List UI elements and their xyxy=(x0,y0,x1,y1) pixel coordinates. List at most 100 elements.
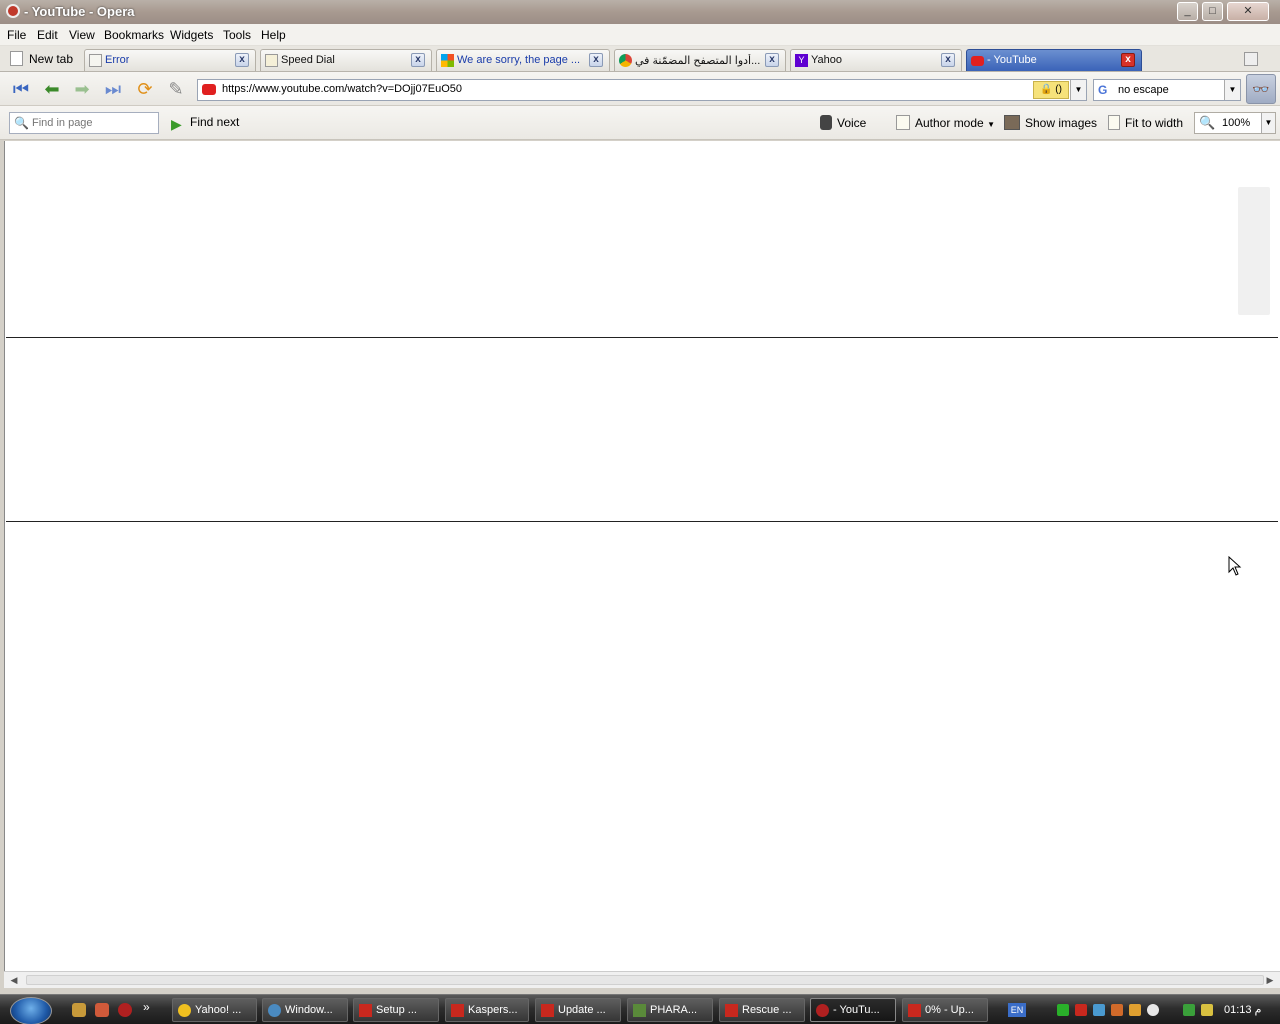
address-bar[interactable]: https://www.youtube.com/watch?v=DOjj07Eu… xyxy=(197,79,1087,101)
opera-icon[interactable] xyxy=(118,1003,132,1017)
network-icon[interactable] xyxy=(1093,1004,1105,1016)
zoom-dropdown-icon[interactable]: ▼ xyxy=(1261,113,1275,133)
volume-icon[interactable] xyxy=(1201,1004,1213,1016)
scroll-right-icon[interactable]: ▶ xyxy=(1262,974,1278,986)
start-button[interactable] xyxy=(10,997,52,1024)
taskbar-button-setup[interactable]: Setup ... xyxy=(353,998,439,1022)
network-connection-icon[interactable] xyxy=(1183,1004,1195,1016)
tab-label: - YouTube xyxy=(987,54,1037,66)
maximize-button[interactable]: □ xyxy=(1202,2,1223,21)
trash-icon[interactable] xyxy=(1244,52,1258,66)
taskbar-button-label: Kaspers... xyxy=(468,1004,518,1016)
taskbar-button-phara[interactable]: PHARA... xyxy=(627,998,713,1022)
opera-icon xyxy=(816,1004,829,1017)
binoculars-icon[interactable]: 👓 xyxy=(1246,74,1276,104)
address-url[interactable]: https://www.youtube.com/watch?v=DOjj07Eu… xyxy=(222,83,462,95)
find-in-page-field[interactable]: 🔍 xyxy=(9,112,159,134)
quick-launch-icon[interactable] xyxy=(95,1003,109,1017)
search-box[interactable]: G no escape ▼ xyxy=(1093,79,1241,101)
show-images-button[interactable]: Show images xyxy=(1004,115,1097,130)
scrollbar-thumb[interactable] xyxy=(26,975,1264,985)
language-indicator[interactable]: EN xyxy=(1008,1003,1026,1017)
show-images-label: Show images xyxy=(1025,116,1098,130)
tray-app-icon[interactable] xyxy=(1147,1004,1159,1016)
new-page-icon xyxy=(10,51,23,66)
app-icon xyxy=(633,1004,646,1017)
close-tab-icon[interactable]: x xyxy=(765,53,779,67)
taskbar-button-windows[interactable]: Window... xyxy=(262,998,348,1022)
more-chevron-icon[interactable]: » xyxy=(143,1000,150,1014)
new-tab-button[interactable]: New tab xyxy=(10,51,73,66)
minimize-button[interactable]: _ xyxy=(1177,2,1198,21)
security-badge-text: () xyxy=(1055,84,1062,95)
kaspersky-icon xyxy=(725,1004,738,1017)
find-next-label: Find next xyxy=(190,115,240,129)
voice-label: Voice xyxy=(837,116,867,130)
close-window-button[interactable]: ✕ xyxy=(1227,2,1269,21)
tab-label: أدوا المتصفح المضمّنة في... xyxy=(635,55,761,67)
search-value[interactable]: no escape xyxy=(1118,84,1169,96)
tray-app-icon[interactable] xyxy=(1111,1004,1123,1016)
tray-app-icon[interactable] xyxy=(1129,1004,1141,1016)
scroll-left-icon[interactable]: ◀ xyxy=(6,974,22,986)
close-tab-icon[interactable]: x xyxy=(941,53,955,67)
taskbar-button-youtube[interactable]: - YouTu... xyxy=(810,998,896,1022)
taskbar-button-rescue[interactable]: Rescue ... xyxy=(719,998,805,1022)
back-icon[interactable]: ⬅ xyxy=(41,79,63,99)
yahoo-icon: Y xyxy=(795,54,808,67)
tab-speed-dial[interactable]: Speed Dial x xyxy=(260,49,432,71)
chevron-down-icon: ▼ xyxy=(987,120,995,129)
windows-live-icon xyxy=(268,1004,281,1017)
search-dropdown-icon[interactable]: ▼ xyxy=(1224,80,1240,100)
window-title: - YouTube - Opera xyxy=(24,4,135,19)
edit-pen-icon[interactable]: ✎ xyxy=(165,79,187,99)
zoom-control[interactable]: 🔍 100% ▼ xyxy=(1194,112,1276,134)
close-tab-icon[interactable]: x xyxy=(235,53,249,67)
tab-yahoo[interactable]: Y Yahoo x xyxy=(790,49,962,71)
forward-icon[interactable]: ➡ xyxy=(71,79,93,99)
kaspersky-icon xyxy=(451,1004,464,1017)
menu-tools[interactable]: Tools xyxy=(223,28,251,42)
rewind-icon[interactable]: ⏮ xyxy=(10,79,32,99)
menu-widgets[interactable]: Widgets xyxy=(170,28,213,42)
page-icon xyxy=(896,115,910,130)
menu-view[interactable]: View xyxy=(69,28,95,42)
close-tab-icon[interactable]: x xyxy=(589,53,603,67)
flag-icon[interactable] xyxy=(1057,1004,1069,1016)
horizontal-scrollbar[interactable]: ◀ ▶ xyxy=(4,971,1280,988)
close-tab-icon[interactable]: x xyxy=(1121,53,1135,67)
image-icon xyxy=(1004,115,1020,130)
quick-launch-icon[interactable] xyxy=(72,1003,86,1017)
tab-youtube[interactable]: - YouTube x xyxy=(966,49,1142,71)
taskbar-button-kaspersky[interactable]: Kaspers... xyxy=(445,998,529,1022)
close-tab-icon[interactable]: x xyxy=(411,53,425,67)
tab-label: Speed Dial xyxy=(281,54,335,66)
fast-forward-icon[interactable]: ⏭ xyxy=(102,79,124,99)
address-dropdown-icon[interactable]: ▼ xyxy=(1070,80,1086,100)
menu-help[interactable]: Help xyxy=(261,28,286,42)
windows-icon xyxy=(441,54,454,67)
reload-icon[interactable]: ⟳ xyxy=(134,79,156,99)
tab-error[interactable]: Error x xyxy=(84,49,256,71)
voice-button[interactable]: Voice xyxy=(820,115,866,130)
taskbar-button-update-progress[interactable]: 0% - Up... xyxy=(902,998,988,1022)
kaspersky-tray-icon[interactable] xyxy=(1075,1004,1087,1016)
menu-bookmarks[interactable]: Bookmarks xyxy=(104,28,164,42)
tab-arabic-chrome[interactable]: أدوا المتصفح المضمّنة في... x xyxy=(614,49,786,71)
fit-to-width-label: Fit to width xyxy=(1125,116,1184,130)
author-mode-button[interactable]: Author mode ▼ xyxy=(896,115,995,130)
embedded-scrollbar[interactable] xyxy=(1238,187,1270,315)
navigation-toolbar: ⏮ ⬅ ➡ ⏭ ⟳ ✎ https://www.youtube.com/watc… xyxy=(0,72,1280,106)
taskbar-button-update[interactable]: Update ... xyxy=(535,998,621,1022)
taskbar-button-yahoo[interactable]: Yahoo! ... xyxy=(172,998,257,1022)
menu-file[interactable]: File xyxy=(7,28,26,42)
find-input[interactable] xyxy=(32,115,154,131)
taskbar-button-label: 0% - Up... xyxy=(925,1004,974,1016)
search-icon: 🔍 xyxy=(14,116,29,130)
zoom-icon: 🔍 xyxy=(1199,115,1216,130)
tab-we-are-sorry[interactable]: We are sorry, the page ... x xyxy=(436,49,610,71)
security-badge[interactable]: 🔒 () xyxy=(1033,81,1069,99)
menu-edit[interactable]: Edit xyxy=(37,28,58,42)
fit-to-width-button[interactable]: Fit to width xyxy=(1108,115,1183,130)
find-next-button[interactable]: ▶ Find next xyxy=(171,115,239,132)
